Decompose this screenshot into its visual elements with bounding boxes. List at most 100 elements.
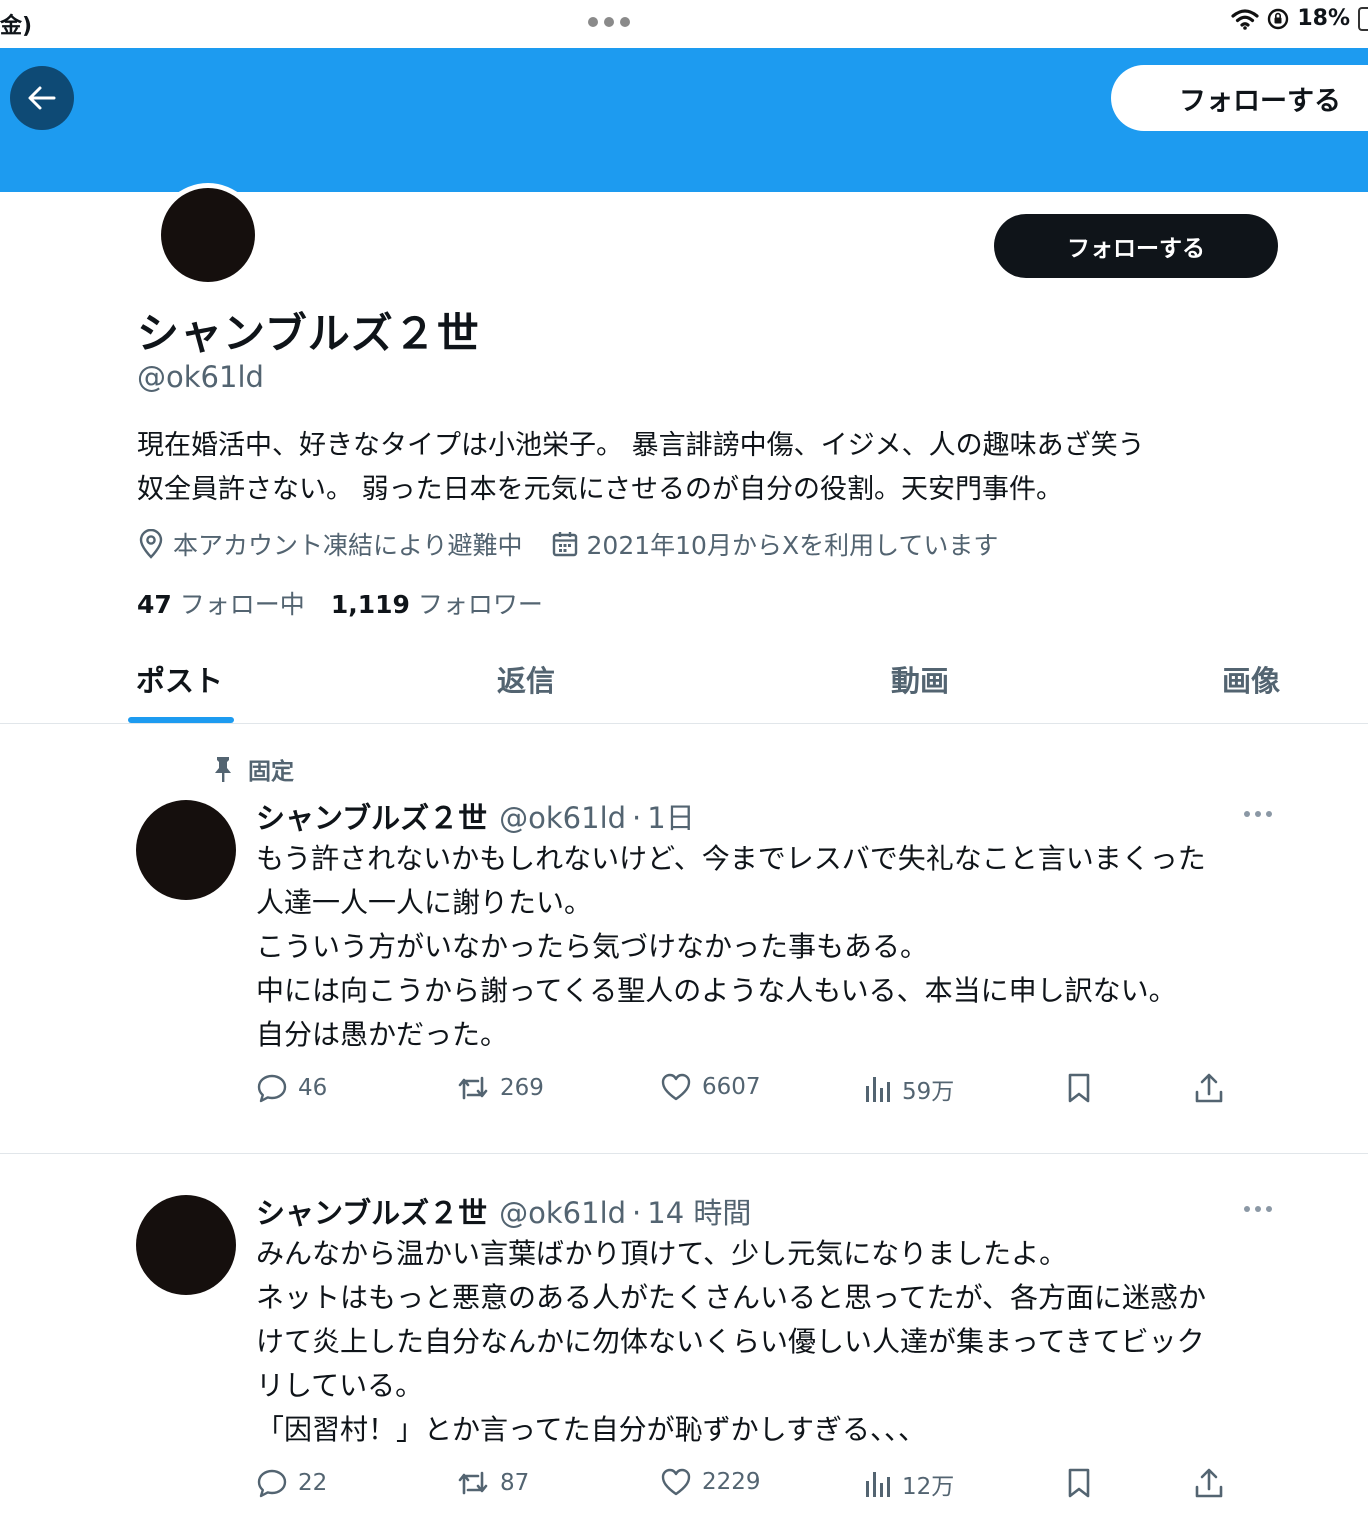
profile-meta: 本アカウント凍結により避難中 2021年10月からXを利用しています [137, 526, 1026, 562]
post-author-name[interactable]: シャンブルズ２世 [256, 1190, 487, 1232]
bio-line: 現在婚活中、好きなタイプは小池栄子。 暴言誹謗中傷、イジメ、人の趣味あざ笑う [137, 430, 1145, 461]
post-divider [0, 1153, 1368, 1154]
post-text: みんなから温かい言葉ばかり頂けて、少し元気になりましたよ。 ネットはもっと悪意の… [256, 1232, 1296, 1452]
pinned-label: 固定 [248, 759, 294, 785]
battery-icon [1358, 6, 1368, 31]
following-label: フォロー中 [179, 590, 305, 619]
status-right: 18% [1231, 6, 1368, 31]
joined-item: 2021年10月からXを利用しています [551, 526, 999, 562]
post-author-handle[interactable]: @ok61ld [499, 1196, 626, 1230]
reply-count: 46 [298, 1075, 328, 1101]
followers-count: 1,119 [330, 590, 410, 619]
separator-dot: · [632, 801, 642, 835]
profile-tabs: ポスト 返信 動画 画像 [0, 640, 1368, 724]
follow-counts: 47 フォロー中 1,119 フォロワー [137, 585, 543, 621]
post-time[interactable]: 1日 [647, 795, 694, 837]
tab-images[interactable]: 画像 [1222, 658, 1280, 700]
header-follow-button[interactable]: フォローする [1111, 65, 1368, 131]
heart-icon [661, 1073, 691, 1101]
post-avatar[interactable] [136, 800, 236, 900]
bookmark-button[interactable] [1066, 1072, 1092, 1104]
post-text-line: 中には向こうから謝ってくる聖人のような人もいる、本当に申し訳ない。 [256, 974, 1177, 1007]
bookmark-icon [1068, 1073, 1090, 1103]
views-button[interactable]: 59万 [864, 1072, 954, 1106]
arrow-left-icon [28, 86, 56, 110]
reply-icon [257, 1469, 287, 1498]
heart-icon [661, 1468, 691, 1496]
location-item: 本アカウント凍結により避難中 [137, 526, 523, 562]
post-text-line: 人達一人一人に謝りたい。 [256, 886, 593, 919]
profile-avatar[interactable] [156, 183, 260, 287]
reply-icon [257, 1074, 287, 1103]
status-date: 金) [0, 14, 33, 39]
share-button[interactable] [1194, 1072, 1224, 1104]
post-time[interactable]: 14 時間 [647, 1190, 751, 1232]
repost-button[interactable]: 87 [456, 1467, 529, 1499]
analytics-icon [866, 1472, 890, 1497]
post-text-line: リしている。 [256, 1369, 424, 1402]
active-tab-indicator [128, 717, 234, 723]
post-author-handle[interactable]: @ok61ld [499, 801, 626, 835]
post-author-name[interactable]: シャンブルズ２世 [256, 795, 487, 837]
display-name: シャンブルズ２世 [137, 309, 480, 358]
post-header: シャンブルズ２世 @ok61ld · 1日 [256, 795, 695, 837]
reply-button[interactable]: 22 [256, 1467, 327, 1499]
pinned-indicator: 固定 [210, 752, 294, 786]
multitask-dots-icon[interactable] [588, 17, 630, 27]
wifi-icon [1231, 8, 1259, 30]
repost-count: 269 [500, 1075, 544, 1101]
tab-videos[interactable]: 動画 [891, 658, 949, 700]
more-options-icon[interactable] [1244, 1206, 1272, 1212]
bio-line: 奴全員許さない。 弱った日本を元気にさせるのが自分の役割。天安門事件。 [137, 474, 1064, 505]
tab-posts[interactable]: ポスト [136, 658, 223, 700]
post-actions: 22 87 2229 12万 [0, 1467, 1368, 1507]
orientation-lock-icon [1268, 8, 1289, 29]
profile-bio: 現在婚活中、好きなタイプは小池栄子。 暴言誹謗中傷、イジメ、人の趣味あざ笑う 奴… [137, 424, 1297, 512]
post-text-line: けて炎上した自分なんかに勿体ないくらい優しい人達が集まってきてビック [256, 1325, 1205, 1358]
follow-button[interactable]: フォローする [994, 214, 1278, 278]
like-button[interactable]: 6607 [660, 1072, 761, 1102]
back-button[interactable] [10, 66, 74, 130]
post-avatar[interactable] [136, 1195, 236, 1295]
separator-dot: · [632, 1196, 642, 1230]
like-count: 2229 [702, 1469, 761, 1495]
following-link[interactable]: 47 フォロー中 [137, 585, 305, 621]
post-text-line: もう許されないかもしれないけど、今までレスバで失礼なこと言いまくった [256, 842, 1206, 875]
more-options-icon[interactable] [1244, 811, 1272, 817]
view-count: 12万 [902, 1474, 955, 1500]
reply-button[interactable]: 46 [256, 1072, 327, 1104]
user-handle: @ok61ld [137, 360, 264, 394]
bookmark-icon [1068, 1468, 1090, 1498]
bookmark-button[interactable] [1066, 1467, 1092, 1499]
post-text-line: ネットはもっと悪意のある人がたくさんいると思ってたが、各方面に迷惑か [256, 1281, 1207, 1314]
like-count: 6607 [702, 1074, 761, 1100]
post-text: もう許されないかもしれないけど、今までレスバで失礼なこと言いまくった 人達一人一… [256, 837, 1296, 1057]
repost-button[interactable]: 269 [456, 1072, 544, 1104]
post-text-line: 自分は愚かだった。 [256, 1018, 509, 1051]
like-button[interactable]: 2229 [660, 1467, 761, 1497]
battery-percent: 18% [1297, 6, 1350, 31]
location-pin-icon [139, 529, 163, 559]
followers-label: フォロワー [417, 590, 543, 619]
post-text-line: みんなから温かい言葉ばかり頂けて、少し元気になりましたよ。 [256, 1237, 1068, 1270]
share-button[interactable] [1194, 1467, 1224, 1499]
calendar-icon [552, 532, 577, 557]
post-text-line: こういう方がいなかったら気づけなかった事もある。 [256, 930, 929, 963]
share-icon [1195, 1073, 1223, 1103]
post-header: シャンブルズ２世 @ok61ld · 14 時間 [256, 1190, 751, 1232]
status-bar: 金) 18% [0, 0, 1368, 48]
post-actions: 46 269 6607 59万 [0, 1072, 1368, 1112]
pin-icon [215, 757, 231, 782]
repost-icon [458, 1471, 488, 1495]
location-text: 本アカウント凍結により避難中 [173, 531, 523, 560]
views-button[interactable]: 12万 [864, 1467, 954, 1501]
tab-replies[interactable]: 返信 [497, 658, 555, 700]
joined-text: 2021年10月からXを利用しています [586, 531, 999, 560]
post-text-line: 「因習村！」とか言ってた自分が恥ずかしすぎる、、、 [256, 1413, 927, 1446]
following-count: 47 [137, 590, 172, 619]
view-count: 59万 [902, 1079, 955, 1105]
analytics-icon [866, 1077, 890, 1102]
repost-icon [458, 1076, 488, 1100]
followers-link[interactable]: 1,119 フォロワー [331, 585, 543, 621]
repost-count: 87 [500, 1470, 530, 1496]
